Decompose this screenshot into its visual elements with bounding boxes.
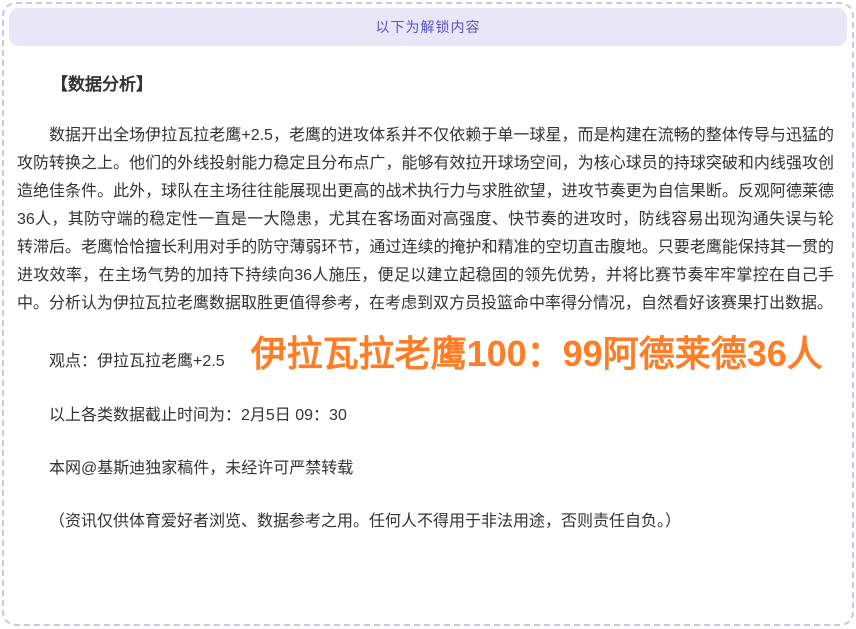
unlocked-content-panel: 以下为解锁内容 【数据分析】 数据开出全场伊拉瓦拉老鹰+2.5，老鹰的进攻体系并… <box>2 2 854 626</box>
viewpoint-label: 观点：伊拉瓦拉老鹰+2.5 <box>49 353 225 370</box>
analysis-paragraph: 数据开出全场伊拉瓦拉老鹰+2.5，老鹰的进攻体系并不仅依赖于单一球星，而是构建在… <box>17 122 834 318</box>
section-heading: 【数据分析】 <box>17 70 834 95</box>
score-prediction: 伊拉瓦拉老鹰100：99阿德莱德36人 <box>251 333 823 374</box>
data-cutoff-line: 以上各类数据截止时间为：2月5日 09：30 <box>17 402 834 430</box>
article-content: 【数据分析】 数据开出全场伊拉瓦拉老鹰+2.5，老鹰的进攻体系并不仅依赖于单一球… <box>4 46 852 536</box>
disclaimer-line: （资讯仅供体育爱好者浏览、数据参考之用。任何人不得用于非法用途，否则责任自负。） <box>17 508 834 536</box>
unlock-banner: 以下为解锁内容 <box>9 8 847 46</box>
viewpoint-line: 观点：伊拉瓦拉老鹰+2.5 伊拉瓦拉老鹰100：99阿德莱德36人 <box>17 325 834 377</box>
copyright-line: 本网@基斯迪独家稿件，未经许可严禁转载 <box>17 455 834 483</box>
unlock-banner-label: 以下为解锁内容 <box>376 17 481 37</box>
